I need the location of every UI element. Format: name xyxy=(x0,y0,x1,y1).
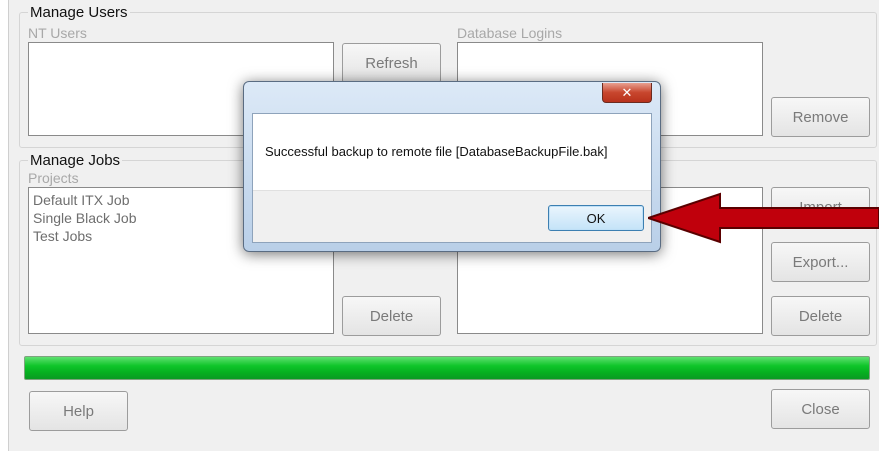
dialog-body: Successful backup to remote file [Databa… xyxy=(252,113,652,243)
manage-users-title: Manage Users xyxy=(28,4,130,21)
projects-label: Projects xyxy=(28,170,79,186)
close-icon: ✕ xyxy=(621,84,633,100)
remove-button[interactable]: Remove xyxy=(771,97,870,137)
delete-project-button[interactable]: Delete xyxy=(342,296,441,336)
database-logins-label: Database Logins xyxy=(457,25,563,41)
export-button[interactable]: Export... xyxy=(771,242,870,282)
red-arrow-annotation xyxy=(648,192,879,244)
dialog-footer: OK xyxy=(253,190,651,242)
message-dialog: ✕ Successful backup to remote file [Data… xyxy=(243,81,661,252)
help-button[interactable]: Help xyxy=(29,391,128,431)
arrow-shape xyxy=(648,192,879,244)
refresh-button[interactable]: Refresh xyxy=(342,43,441,83)
manage-jobs-title: Manage Jobs xyxy=(28,152,123,169)
backup-progress-bar xyxy=(24,356,870,380)
nt-users-label: NT Users xyxy=(28,25,87,41)
dialog-close-button[interactable]: ✕ xyxy=(602,83,652,103)
dialog-message: Successful backup to remote file [Databa… xyxy=(265,144,608,159)
ok-button[interactable]: OK xyxy=(548,205,644,231)
delete-job-button[interactable]: Delete xyxy=(771,296,870,336)
close-button[interactable]: Close xyxy=(771,389,870,429)
